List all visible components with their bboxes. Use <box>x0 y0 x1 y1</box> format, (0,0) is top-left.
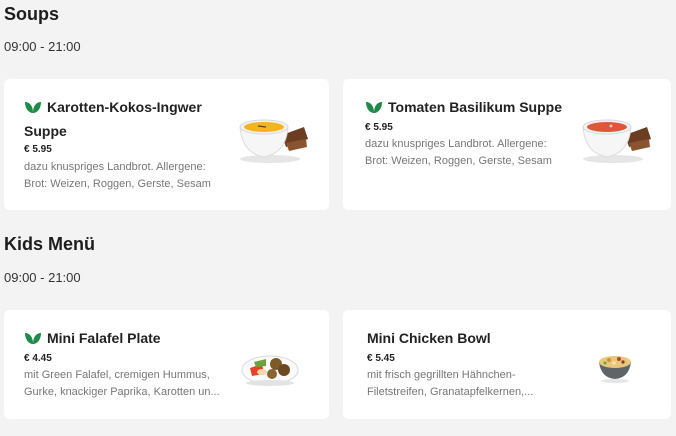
menu-item-description-line1: dazu knuspriges Landbrot. Allergene: <box>24 161 206 173</box>
falafel-plate-image <box>241 355 299 386</box>
menu-item-description-line1: dazu knuspriges Landbrot. Allergene: <box>365 138 547 150</box>
section-hours-kids-menu: 09:00 - 21:00 <box>4 270 81 285</box>
menu-item-description: mit frisch gegrillten Hähnchen- Filetstr… <box>367 367 533 401</box>
section-title-soups: Soups <box>4 4 60 24</box>
tomato-soup-image <box>582 119 651 163</box>
menu-item-description-line2: Brot: Weizen, Roggen, Gerste, Sesam <box>365 155 552 167</box>
menu-item-description: dazu knuspriges Landbrot. Allergene: Bro… <box>24 159 211 193</box>
chicken-bowl-image <box>599 356 631 383</box>
menu-item-description-line2: Brot: Weizen, Roggen, Gerste, Sesam <box>24 178 211 190</box>
carrot-soup-image <box>239 119 308 163</box>
menu-item-description-line2: Filetstreifen, Granatapfelkernen,... <box>367 386 534 398</box>
menu-item-description: mit Green Falafel, cremigen Hummus, Gurk… <box>24 367 220 401</box>
menu-item-card-tomaten[interactable]: Tomaten Basilikum Suppe € 5.95 dazu knus… <box>343 79 671 210</box>
menu-item-description-line1: mit frisch gegrillten Hähnchen- <box>367 369 516 381</box>
menu-item-price: € 5.95 <box>365 122 393 133</box>
menu-item-name-line2: Suppe <box>24 123 67 139</box>
menu-item-name: Tomaten Basilikum Suppe <box>388 99 562 115</box>
menu-item-price: € 5.45 <box>367 353 395 364</box>
menu-item-description: dazu knuspriges Landbrot. Allergene: Bro… <box>365 136 552 170</box>
section-hours-soups: 09:00 - 21:00 <box>4 39 81 54</box>
vegan-leaf-icon <box>25 102 41 113</box>
menu-item-card-karotten[interactable]: Karotten-Kokos-Ingwer Suppe € 5.95 dazu … <box>4 79 329 210</box>
menu-item-title: Mini Falafel Plate <box>24 326 161 350</box>
menu-item-title: Tomaten Basilikum Suppe <box>365 95 585 119</box>
menu-item-card-chicken-bowl[interactable]: Mini Chicken Bowl € 5.45 mit frisch gegr… <box>343 310 671 419</box>
menu-item-price: € 4.45 <box>24 353 52 364</box>
menu-item-description-line1: mit Green Falafel, cremigen Hummus, <box>24 369 210 381</box>
menu-item-name-line1: Karotten-Kokos-Ingwer <box>47 99 202 115</box>
menu-item-price: € 5.95 <box>24 144 52 155</box>
menu-item-title: Mini Chicken Bowl <box>367 330 491 346</box>
vegan-leaf-icon <box>366 102 382 113</box>
menu-item-description-line2: Gurke, knackiger Paprika, Karotten un... <box>24 386 220 398</box>
section-title-kids-menu: Kids Menü <box>4 234 96 254</box>
menu-item-name: Mini Falafel Plate <box>47 330 161 346</box>
menu-item-title: Karotten-Kokos-Ingwer Suppe <box>24 95 224 143</box>
menu-item-card-falafel[interactable]: Mini Falafel Plate € 4.45 mit Green Fala… <box>4 310 329 419</box>
vegan-leaf-icon <box>25 333 41 344</box>
